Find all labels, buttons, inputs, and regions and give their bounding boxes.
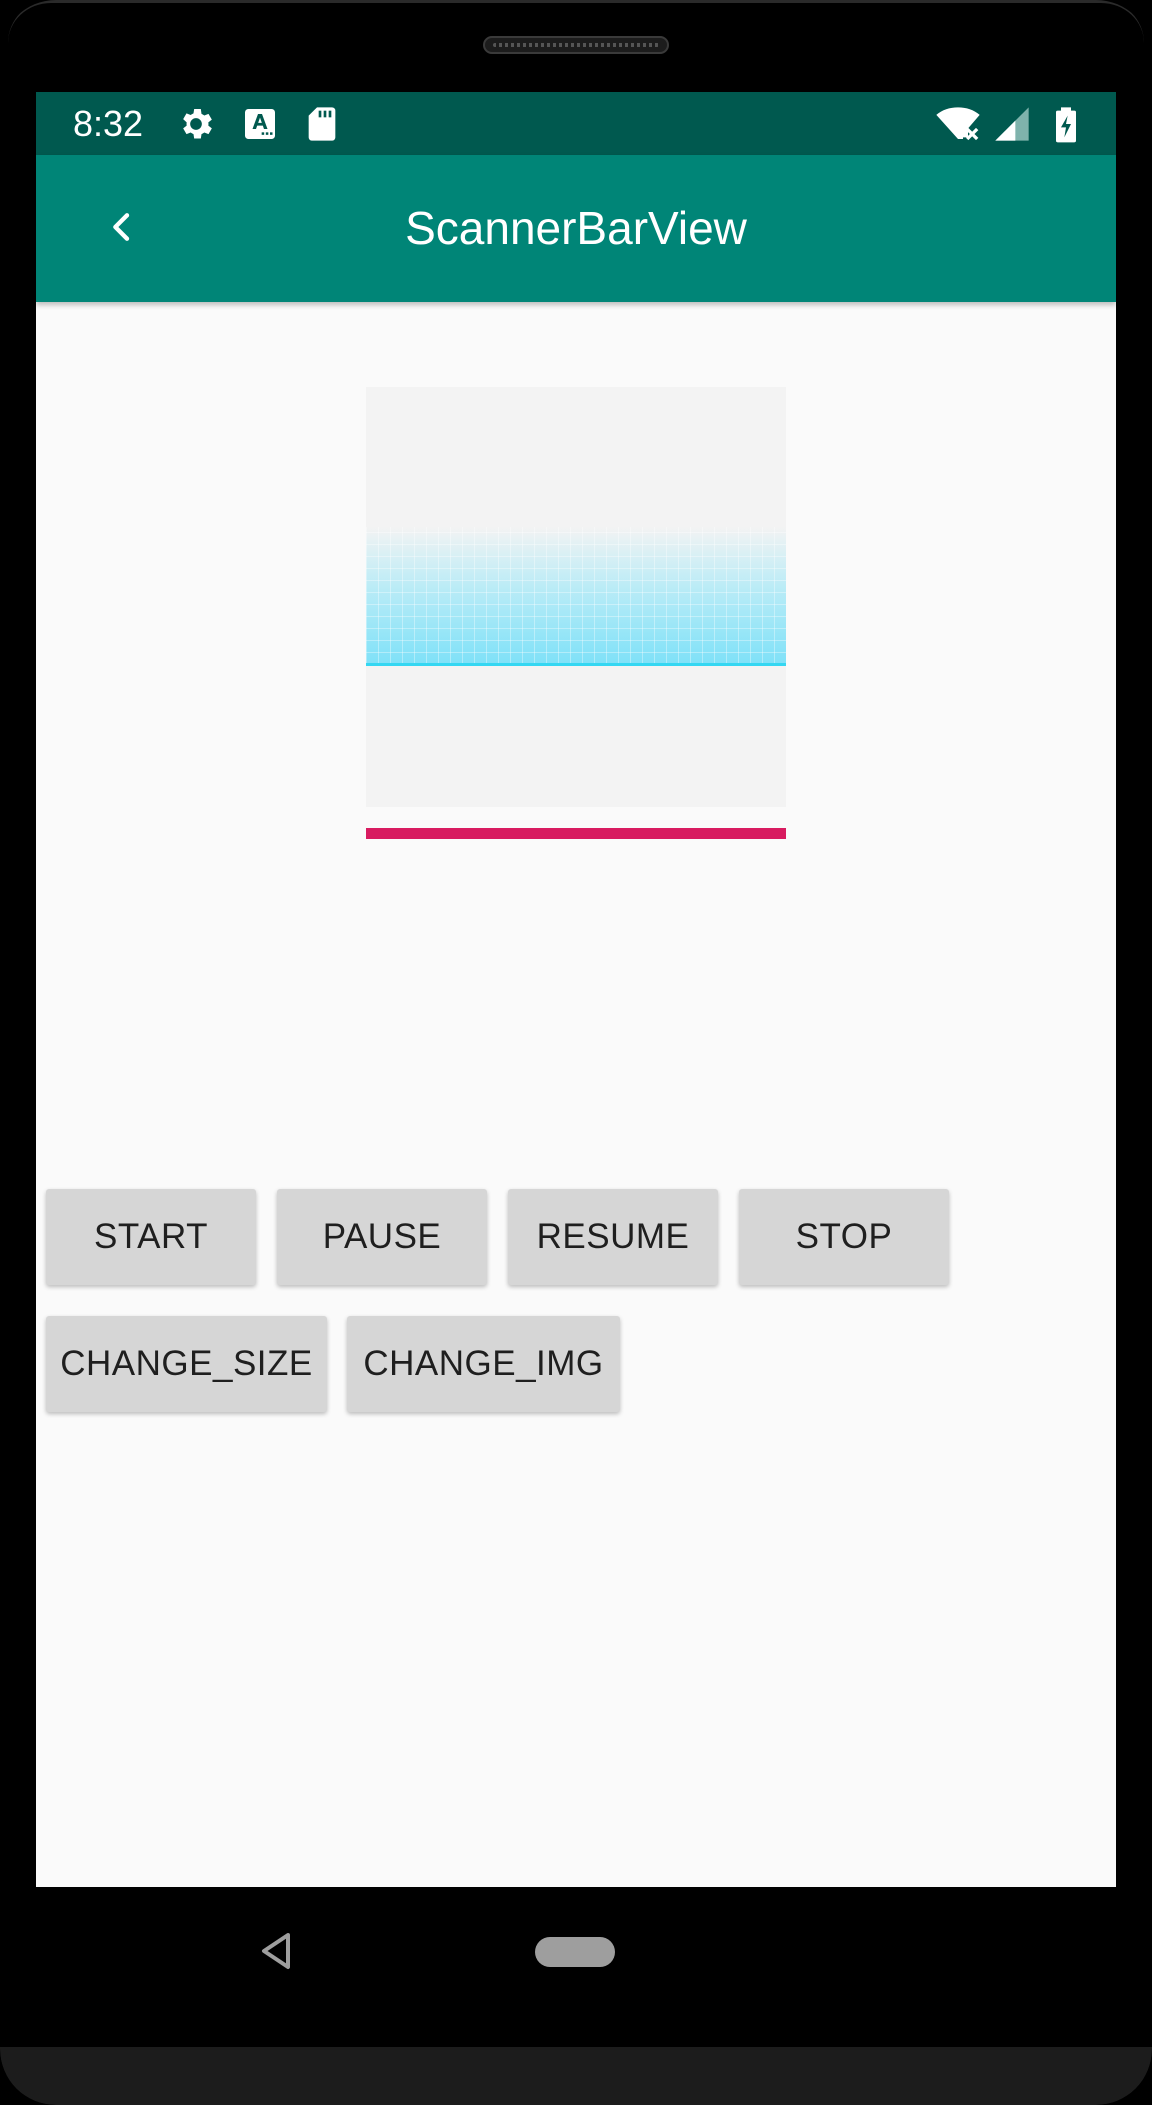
scan-line xyxy=(366,663,786,666)
status-bar: 8:32 xyxy=(36,92,1116,155)
resume-button[interactable]: RESUME xyxy=(508,1189,718,1285)
cell-signal-icon xyxy=(992,104,1032,144)
nav-home-pill-icon[interactable] xyxy=(535,1937,615,1967)
earpiece-speaker xyxy=(483,36,669,54)
scanner-bar-view xyxy=(366,387,786,807)
stop-button[interactable]: STOP xyxy=(739,1189,949,1285)
text-a-icon xyxy=(240,104,280,144)
change-img-button[interactable]: CHANGE_IMG xyxy=(347,1316,620,1412)
page-title: ScannerBarView xyxy=(405,202,747,254)
nav-back-icon[interactable] xyxy=(256,1929,296,1973)
navigation-bar xyxy=(0,1887,1152,2047)
screen: 8:32 ScannerBarView START PAUSE RESUME S… xyxy=(36,92,1116,1887)
wifi-off-icon xyxy=(934,104,982,144)
pause-button[interactable]: PAUSE xyxy=(277,1189,487,1285)
app-bar: ScannerBarView xyxy=(36,155,1116,302)
gear-icon xyxy=(176,104,216,144)
sd-card-icon xyxy=(302,104,342,144)
scanner-bottom-bar xyxy=(366,828,786,839)
start-button[interactable]: START xyxy=(46,1189,256,1285)
device-frame: 8:32 ScannerBarView START PAUSE RESUME S… xyxy=(0,0,1152,2105)
scan-glow-grid xyxy=(366,527,786,665)
change-size-button[interactable]: CHANGE_SIZE xyxy=(46,1316,327,1412)
device-bottom-bezel xyxy=(0,2047,1152,2105)
status-time: 8:32 xyxy=(73,103,144,144)
battery-charging-icon xyxy=(1046,104,1086,144)
